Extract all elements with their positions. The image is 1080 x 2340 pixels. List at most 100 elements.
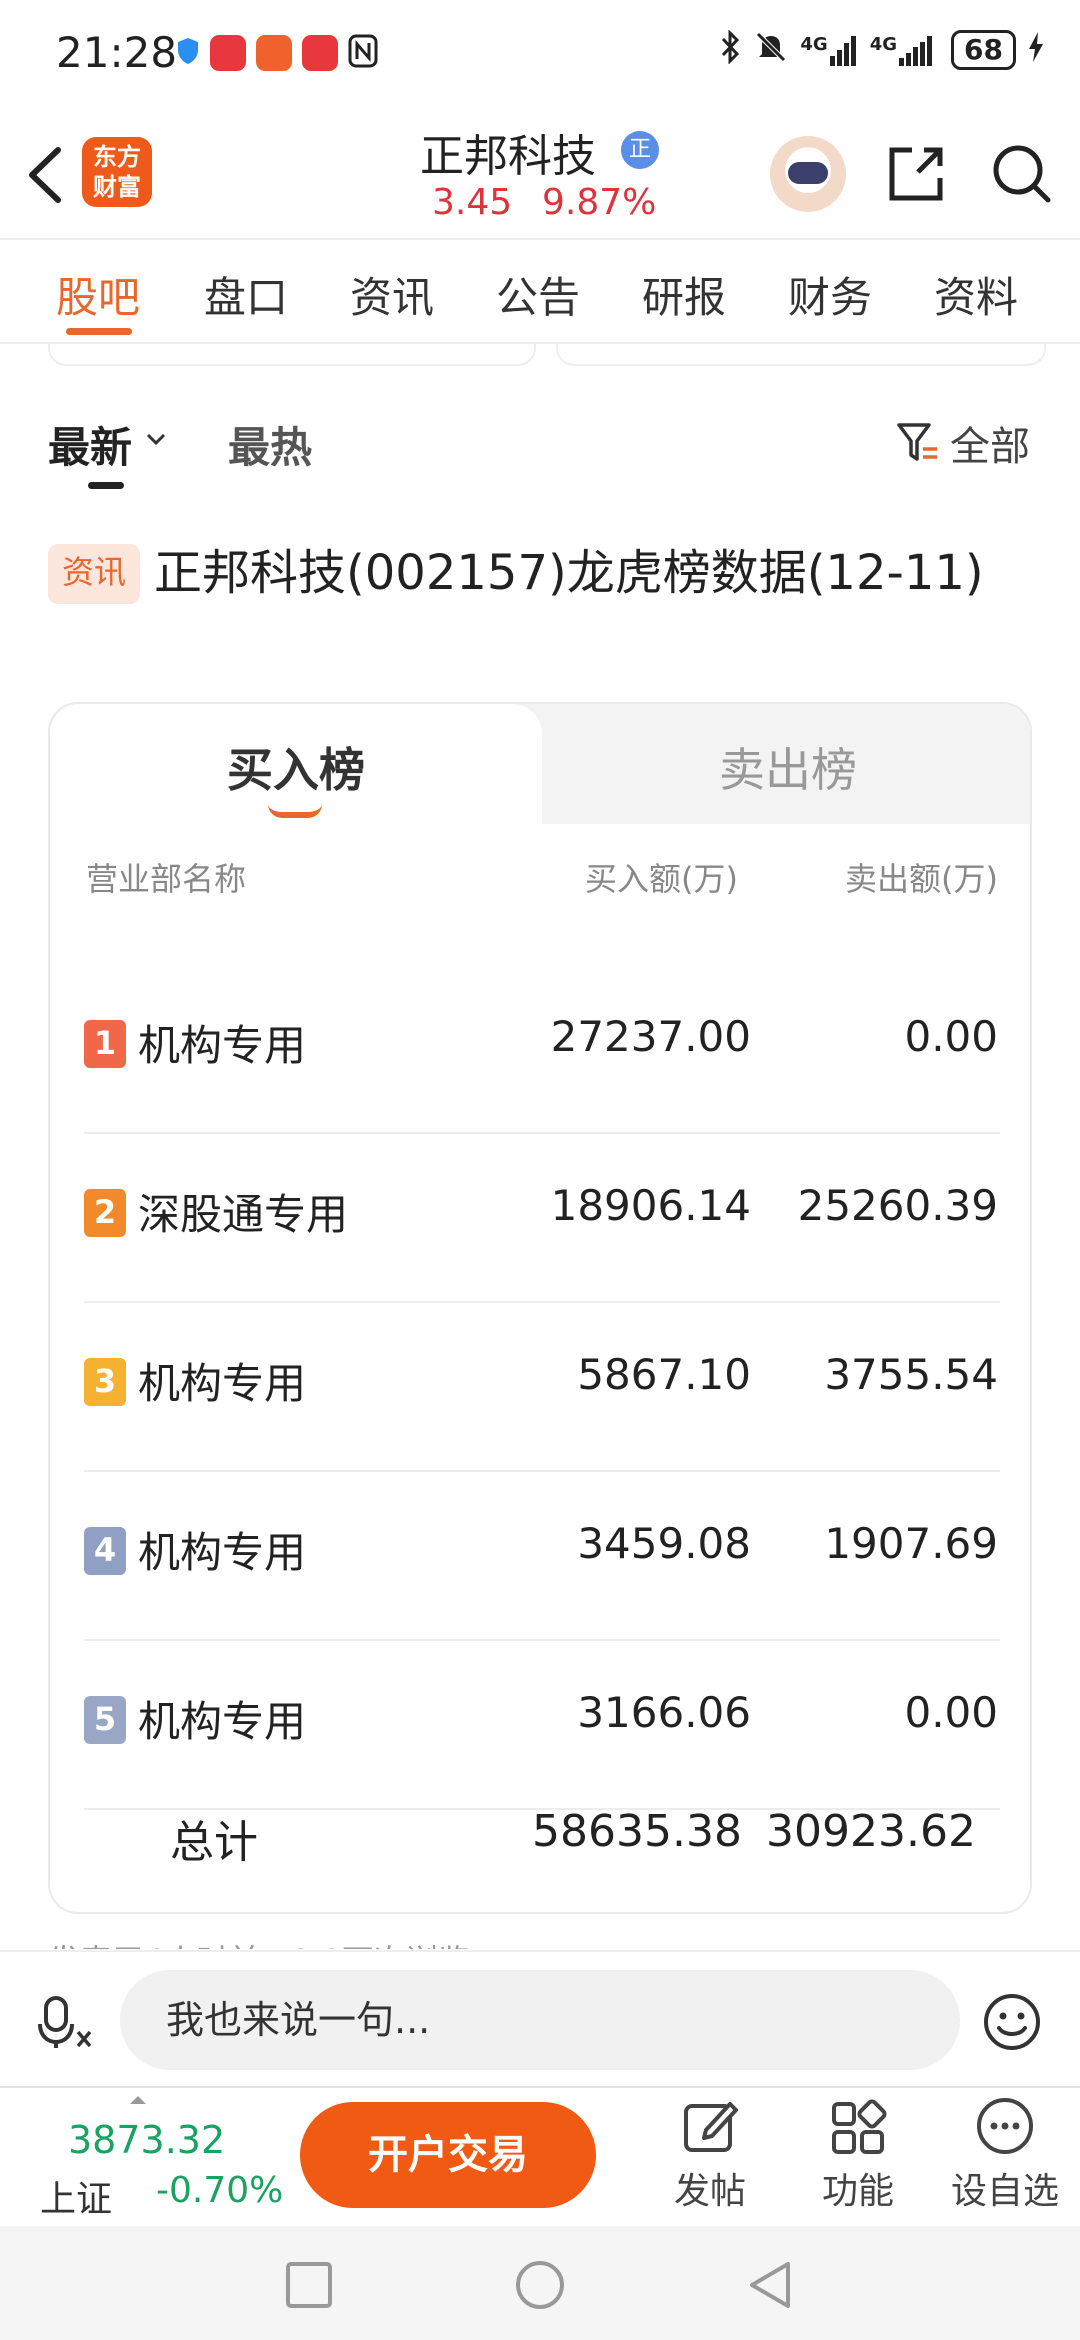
expand-up-icon bbox=[130, 2096, 146, 2104]
signal-icon: 4G bbox=[870, 34, 939, 66]
buy-amount: 3459.08 bbox=[577, 1519, 751, 1568]
table-header: 营业部名称 买入额(万) 卖出额(万) bbox=[50, 854, 1030, 914]
bottom-toolbar: 3873.32 上证 -0.70% 开户交易 发帖 功能 设自选 bbox=[0, 2086, 1080, 2226]
sell-amount: 0.00 bbox=[904, 1688, 998, 1737]
previous-card-edge bbox=[556, 344, 1046, 366]
stock-header: 东方 财富 正邦科技 正 3.45 9.87% bbox=[0, 110, 1080, 240]
filter-icon bbox=[897, 423, 937, 461]
status-time: 21:28 bbox=[56, 28, 178, 77]
app-notification-icon bbox=[210, 35, 246, 71]
board-tabs: 买入榜 卖出榜 bbox=[50, 704, 1030, 834]
active-tab-indicator bbox=[66, 328, 132, 335]
filter-all-button[interactable]: 全部 bbox=[896, 414, 1030, 472]
search-icon bbox=[993, 145, 1051, 203]
bluetooth-icon bbox=[720, 29, 742, 70]
branch-name: 深股通专用 bbox=[138, 1190, 349, 1239]
back-button[interactable] bbox=[20, 140, 80, 210]
total-label: 总计 bbox=[170, 1817, 258, 1868]
shield-icon bbox=[176, 37, 200, 69]
sell-amount: 1907.69 bbox=[824, 1519, 998, 1568]
app-notification-icon bbox=[256, 35, 292, 71]
smiley-icon bbox=[984, 1994, 1040, 2050]
search-button[interactable] bbox=[988, 140, 1054, 206]
app-logo[interactable]: 东方 财富 bbox=[82, 137, 152, 207]
comment-bar: 我也来说一句... bbox=[0, 1950, 1080, 2086]
add-watchlist-button[interactable]: 设自选 bbox=[945, 2096, 1065, 2214]
total-buy-amount: 58635.38 bbox=[532, 1806, 742, 1857]
tab-buy-list[interactable]: 买入榜 bbox=[50, 704, 542, 834]
mute-bell-icon bbox=[754, 30, 788, 70]
open-account-trade-button[interactable]: 开户交易 bbox=[300, 2102, 596, 2208]
microphone-icon bbox=[38, 1996, 92, 2048]
column-header: 营业部名称 bbox=[86, 860, 247, 898]
tab-guba[interactable]: 股吧 bbox=[56, 264, 140, 325]
previous-card-edge bbox=[48, 344, 536, 366]
functions-button[interactable]: 功能 bbox=[798, 2096, 918, 2214]
stock-name: 正邦科技 bbox=[420, 131, 596, 182]
comment-input[interactable]: 我也来说一句... bbox=[120, 1970, 960, 2070]
tab-research[interactable]: 研报 bbox=[642, 264, 726, 325]
total-sell-amount: 30923.62 bbox=[766, 1806, 976, 1857]
rank-badge: 2 bbox=[84, 1189, 126, 1237]
share-button[interactable] bbox=[884, 140, 950, 206]
buy-amount: 18906.14 bbox=[550, 1181, 751, 1230]
tab-pankou[interactable]: 盘口 bbox=[204, 264, 288, 325]
buy-amount: 5867.10 bbox=[577, 1350, 751, 1399]
status-bar: 21:28 4G 4G 68 bbox=[0, 0, 1080, 110]
rank-badge: 5 bbox=[84, 1696, 126, 1744]
rank-badge: 1 bbox=[84, 1020, 126, 1068]
stock-tabs: 股吧 盘口 资讯 公告 研报 财务 资料 bbox=[0, 240, 1080, 344]
table-row: 1 机构专用 27237.00 0.00 bbox=[50, 966, 1030, 1134]
signal-icon: 4G bbox=[800, 34, 857, 66]
emoji-button[interactable] bbox=[982, 1992, 1042, 2052]
index-change: -0.70% bbox=[156, 2170, 284, 2211]
rank-badge: 3 bbox=[84, 1358, 126, 1406]
ai-assistant-icon[interactable] bbox=[770, 136, 846, 212]
recent-apps-icon[interactable] bbox=[284, 2260, 334, 2310]
index-value: 3873.32 bbox=[68, 2118, 226, 2162]
nfc-icon bbox=[348, 34, 378, 72]
sell-amount: 0.00 bbox=[904, 1012, 998, 1061]
post-title[interactable]: 资讯 正邦科技(002157)龙虎榜数据(12-11) bbox=[48, 534, 1048, 612]
tab-finance[interactable]: 财务 bbox=[788, 264, 872, 325]
table-row: 3 机构专用 5867.10 3755.54 bbox=[50, 1304, 1030, 1472]
notification-icons bbox=[176, 34, 378, 72]
more-icon bbox=[977, 2098, 1033, 2154]
grid-icon bbox=[832, 2099, 887, 2154]
post-title-text: 正邦科技(002157)龙虎榜数据(12-11) bbox=[154, 545, 984, 601]
charging-icon bbox=[1028, 31, 1044, 69]
system-nav-bar bbox=[0, 2226, 1080, 2340]
buy-amount: 3166.06 bbox=[577, 1688, 751, 1737]
voice-input-button[interactable] bbox=[36, 1992, 96, 2052]
sort-filter-row: 最新 最热 全部 bbox=[0, 414, 1080, 494]
branch-name: 机构专用 bbox=[138, 1021, 307, 1070]
buy-tab-indicator bbox=[268, 804, 322, 818]
sell-amount: 25260.39 bbox=[797, 1181, 998, 1230]
sort-hot-button[interactable]: 最热 bbox=[228, 414, 312, 475]
app-notification-icon bbox=[302, 35, 338, 71]
battery-indicator: 68 bbox=[951, 30, 1016, 70]
back-arrow-icon bbox=[29, 147, 61, 203]
branch-name: 机构专用 bbox=[138, 1697, 307, 1746]
branch-name: 机构专用 bbox=[138, 1359, 307, 1408]
tab-announcements[interactable]: 公告 bbox=[496, 264, 580, 325]
buy-amount: 27237.00 bbox=[550, 1012, 751, 1061]
share-icon bbox=[889, 147, 943, 201]
sort-active-indicator bbox=[88, 482, 124, 489]
stock-price: 3.45 bbox=[432, 182, 513, 223]
tab-profile[interactable]: 资料 bbox=[934, 264, 1018, 325]
tab-news[interactable]: 资讯 bbox=[350, 264, 434, 325]
post-button[interactable]: 发帖 bbox=[650, 2096, 770, 2214]
sort-latest-button[interactable]: 最新 bbox=[48, 414, 132, 475]
status-right: 4G 4G 68 bbox=[720, 29, 1044, 70]
column-header: 买入额(万) bbox=[585, 860, 738, 898]
sell-amount: 3755.54 bbox=[824, 1350, 998, 1399]
stock-badge: 正 bbox=[621, 131, 659, 169]
home-icon[interactable] bbox=[515, 2260, 565, 2310]
tab-sell-list[interactable]: 卖出榜 bbox=[542, 704, 1030, 824]
chevron-down-icon bbox=[146, 433, 166, 446]
branch-name: 机构专用 bbox=[138, 1528, 307, 1577]
table-row: 4 机构专用 3459.08 1907.69 bbox=[50, 1473, 1030, 1641]
compose-icon bbox=[684, 2102, 738, 2152]
back-nav-icon[interactable] bbox=[746, 2260, 796, 2310]
